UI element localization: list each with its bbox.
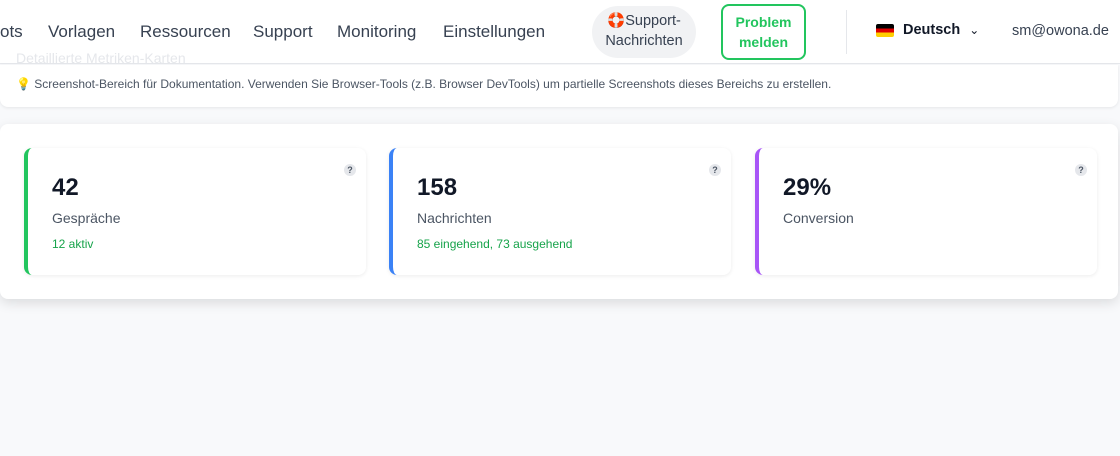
metrics-panel: ? 42 Gespräche 12 aktiv ? 158 Nachrichte… bbox=[0, 124, 1118, 299]
nav-link-ressourcen[interactable]: Ressourcen bbox=[140, 22, 231, 42]
metric-value: 158 bbox=[417, 174, 458, 201]
nav-link-einstellungen[interactable]: Einstellungen bbox=[443, 22, 545, 42]
report-problem-button[interactable]: Problem melden bbox=[721, 4, 806, 60]
metric-sub: 12 aktiv bbox=[52, 237, 94, 251]
metric-label: Conversion bbox=[783, 210, 854, 226]
nav-link-monitoring[interactable]: Monitoring bbox=[337, 22, 416, 42]
support-messages-button[interactable]: 🛟Support-Nachrichten bbox=[592, 6, 696, 58]
help-icon[interactable]: ? bbox=[709, 164, 721, 176]
nav-link-bots[interactable]: ots bbox=[0, 22, 23, 42]
metric-card-conversion: ? 29% Conversion bbox=[755, 148, 1097, 275]
info-text: Screenshot-Bereich für Dokumentation. Ve… bbox=[34, 77, 832, 91]
metric-value: 42 bbox=[52, 174, 79, 201]
metric-label: Nachrichten bbox=[417, 210, 492, 226]
metric-value: 29% bbox=[783, 174, 832, 201]
help-icon[interactable]: ? bbox=[344, 164, 356, 176]
nav-link-support[interactable]: Support bbox=[253, 22, 313, 42]
ghost-heading: Detaillierte Metriken-Karten bbox=[16, 50, 186, 66]
metric-sub: 85 eingehend, 73 ausgehend bbox=[417, 237, 573, 251]
lightbulb-icon: 💡 bbox=[16, 77, 31, 91]
lifebuoy-icon: 🛟 bbox=[607, 13, 626, 29]
nav-link-vorlagen[interactable]: Vorlagen bbox=[48, 22, 115, 42]
divider bbox=[846, 10, 847, 54]
chevron-down-icon: ⌄ bbox=[969, 23, 980, 37]
metric-label: Gespräche bbox=[52, 210, 121, 226]
metric-card-messages: ? 158 Nachrichten 85 eingehend, 73 ausge… bbox=[389, 148, 731, 275]
language-select[interactable]: Deutsch ⌄ bbox=[876, 22, 979, 38]
top-nav: Detaillierte Metriken-Karten ots Vorlage… bbox=[0, 0, 1120, 66]
user-email[interactable]: sm@owona.de bbox=[1012, 23, 1109, 39]
metric-card-conversations: ? 42 Gespräche 12 aktiv bbox=[24, 148, 366, 275]
german-flag-icon bbox=[876, 23, 894, 37]
info-bar: 💡 Screenshot-Bereich für Dokumentation. … bbox=[0, 65, 1118, 107]
help-icon[interactable]: ? bbox=[1075, 164, 1087, 176]
